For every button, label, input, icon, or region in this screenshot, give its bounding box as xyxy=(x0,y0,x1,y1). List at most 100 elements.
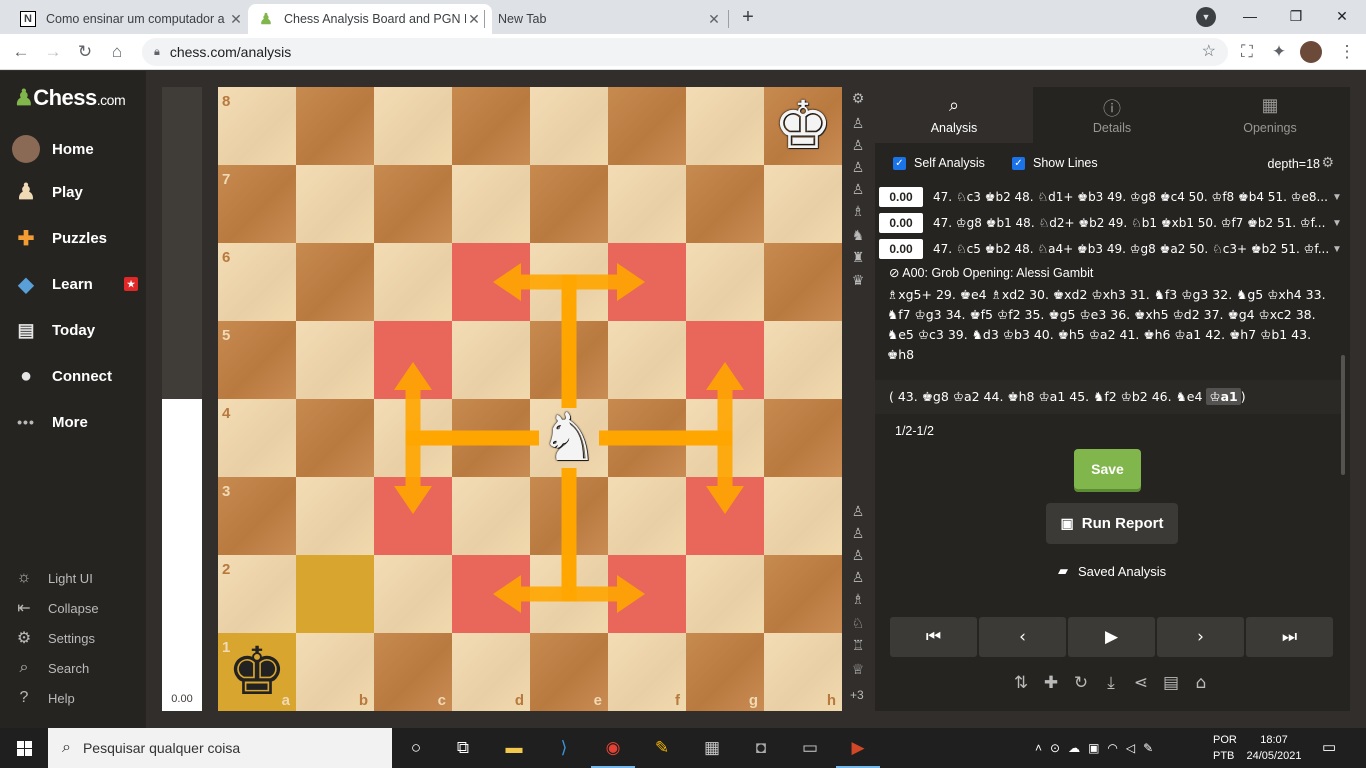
share-icon[interactable]: ⋖ xyxy=(1130,672,1152,694)
engine-line[interactable]: 0.00 47. ♘c5 ♚b2 48. ♘a4+ ♚b3 49. ♔g8 ♚a… xyxy=(879,238,1345,260)
reload-icon[interactable]: ↻ xyxy=(74,41,96,63)
white-king-piece[interactable]: ♚ xyxy=(764,87,842,165)
tab-analysis[interactable]: ⌕ Analysis xyxy=(875,87,1033,143)
sidebar-collapse[interactable]: ⇤ Collapse xyxy=(0,594,146,622)
arrow-head-f6 xyxy=(617,263,645,301)
sidebar-help[interactable]: ? Help xyxy=(0,684,146,712)
play-button[interactable]: ▶ xyxy=(1068,617,1155,657)
arrow-head-d6 xyxy=(493,263,521,301)
profile-avatar[interactable] xyxy=(1300,41,1322,63)
browser-tab[interactable]: N Como ensinar um computador a ✕ xyxy=(10,4,254,34)
tab-openings[interactable]: ▦ Openings xyxy=(1191,87,1349,143)
library-icon[interactable]: ⌂ xyxy=(1190,672,1212,694)
last-move-button[interactable]: ⏭ xyxy=(1246,617,1333,657)
engine-settings-icon[interactable]: ⚙ xyxy=(1321,154,1334,171)
tab-details[interactable]: ⓘ Details xyxy=(1033,87,1191,143)
browser-tab[interactable]: New Tab ✕ xyxy=(488,4,732,34)
next-move-button[interactable]: › xyxy=(1157,617,1244,657)
save-button[interactable]: Save xyxy=(1074,449,1141,489)
learn-icon: ◆ xyxy=(18,273,34,296)
chevron-down-icon[interactable]: ▼ xyxy=(1329,218,1345,229)
variation-line[interactable]: ( 43. ♚g8 ♔a2 44. ♚h8 ♔a1 45. ♞f2 ♔b2 46… xyxy=(875,380,1341,414)
cortana-icon[interactable]: ○ xyxy=(404,736,428,760)
sidebar-item-home[interactable]: Home xyxy=(0,129,146,169)
menu-kebab-icon[interactable]: ⋮ xyxy=(1336,41,1358,63)
bookmark-star-icon[interactable]: ☆ xyxy=(1202,41,1216,61)
sidebar-item-play[interactable]: ♟ Play xyxy=(0,172,146,212)
file-explorer-icon[interactable]: ▬ xyxy=(502,736,526,760)
chevron-down-icon[interactable]: ▼ xyxy=(1329,192,1345,203)
saved-analysis-link[interactable]: ▰ Saved Analysis xyxy=(1058,563,1166,579)
powerpoint-icon[interactable]: ▶ xyxy=(836,736,880,768)
notifications-icon[interactable]: ▭ xyxy=(1322,738,1336,756)
sidebar-search[interactable]: ⌕ Search xyxy=(0,654,146,682)
onedrive-icon[interactable]: ☁ xyxy=(1068,741,1080,755)
current-move[interactable]: ♔a1 xyxy=(1206,388,1241,405)
task-view-icon[interactable]: ⧉ xyxy=(451,736,475,760)
show-lines-checkbox[interactable]: ✓ Show Lines xyxy=(1012,156,1098,170)
close-window-icon[interactable]: ✕ xyxy=(1332,6,1352,26)
chess-logo[interactable]: ♟Chess.com xyxy=(14,85,126,111)
windows-start-icon[interactable] xyxy=(0,728,48,768)
download-icon[interactable]: ⤓ xyxy=(1100,672,1122,694)
sidebar-item-learn[interactable]: ◆ Learn ★ xyxy=(0,264,146,304)
reset-icon[interactable]: ↻ xyxy=(1070,672,1092,694)
sidebar-item-more[interactable]: ••• More xyxy=(0,402,146,442)
network-icon[interactable]: ▣ xyxy=(1088,741,1099,755)
move-arrow-f6 xyxy=(561,274,617,408)
terminal-icon[interactable]: ▭ xyxy=(798,736,822,760)
previous-move-button[interactable]: ‹ xyxy=(979,617,1066,657)
engine-line[interactable]: 0.00 47. ♘c3 ♚b2 48. ♘d1+ ♚b3 49. ♔g8 ♚c… xyxy=(879,186,1345,208)
chevron-down-icon[interactable]: ▼ xyxy=(1329,244,1345,255)
close-tab-icon[interactable]: ✕ xyxy=(466,11,482,28)
close-tab-icon[interactable]: ✕ xyxy=(228,11,244,28)
add-icon[interactable]: ✚ xyxy=(1040,672,1062,694)
chevron-up-icon[interactable]: ˄ xyxy=(1035,741,1042,755)
self-analysis-checkbox[interactable]: ✓ Self Analysis xyxy=(893,156,985,170)
black-king-piece[interactable]: ♚ xyxy=(218,633,296,711)
wifi-icon[interactable]: ◠ xyxy=(1107,741,1117,755)
home-icon[interactable]: ⌂ xyxy=(106,41,128,63)
vscode-icon[interactable]: ⟩ xyxy=(552,736,576,760)
chrome-icon[interactable]: ◉ xyxy=(591,736,635,768)
browser-tab-active[interactable]: ♟ Chess Analysis Board and PGN Ed ✕ xyxy=(248,4,492,34)
board-settings-icon[interactable]: ⚙ xyxy=(849,90,867,108)
extensions-icon[interactable]: ✦ xyxy=(1268,41,1290,63)
flip-board-icon[interactable]: ⇅ xyxy=(1010,672,1032,694)
line-moves: 47. ♔g8 ♚b1 48. ♘d2+ ♚b2 49. ♘b1 ♚xb1 50… xyxy=(933,216,1326,230)
address-bar[interactable]: 🔒︎ chess.com/analysis ☆ xyxy=(142,38,1228,66)
magnifier-icon: ⌕ xyxy=(948,95,960,115)
back-icon[interactable]: ← xyxy=(10,41,32,63)
sidebar-item-today[interactable]: ▤ Today xyxy=(0,310,146,350)
restore-icon[interactable]: ❐ xyxy=(1286,6,1306,26)
clock[interactable]: 18:07 24/05/2021 xyxy=(1244,732,1304,764)
pen-icon[interactable]: ✎ xyxy=(1143,741,1153,755)
taskbar-search-input[interactable]: ⌕ Pesquisar qualquer coisa xyxy=(48,728,392,768)
minimize-icon[interactable]: — xyxy=(1240,6,1260,26)
screenshot-extension-icon[interactable]: ⛶ xyxy=(1236,41,1258,63)
windows-taskbar: ⌕ Pesquisar qualquer coisa ○ ⧉ ▬ ⟩ ◉ ✎ ▦… xyxy=(0,728,1366,768)
arrow-head-f2 xyxy=(617,575,645,613)
move-list[interactable]: ♗xg5+ 29. ♚e4 ♗xd2 30. ♚xd2 ♔xh3 31. ♞f3… xyxy=(887,285,1333,375)
language-indicator[interactable]: POR PTB xyxy=(1213,732,1237,764)
engine-line[interactable]: 0.00 47. ♔g8 ♚b1 48. ♘d2+ ♚b2 49. ♘b1 ♚x… xyxy=(879,212,1345,234)
tab-search-icon[interactable]: ▼ xyxy=(1196,7,1216,27)
camera-icon[interactable]: ◘ xyxy=(749,736,773,760)
sidebar-settings[interactable]: ⚙ Settings xyxy=(0,624,146,652)
meet-icon[interactable]: ⊙ xyxy=(1050,741,1060,755)
move-list-scrollbar[interactable] xyxy=(1341,355,1345,475)
new-tab-button[interactable]: + xyxy=(738,6,758,28)
sidebar-light-ui[interactable]: ☼ Light UI xyxy=(0,564,146,592)
chess-board[interactable]: 8 7 6 5 4 3 2 1 a b c d e f g h ♚ ♞ ♚ xyxy=(218,87,842,711)
forward-icon[interactable]: → xyxy=(42,41,64,63)
volume-icon[interactable]: ◁ xyxy=(1126,741,1135,755)
white-knight-piece[interactable]: ♞ xyxy=(530,399,608,477)
pencil-app-icon[interactable]: ✎ xyxy=(650,736,674,760)
run-report-button[interactable]: ▣ Run Report xyxy=(1046,503,1178,544)
close-tab-icon[interactable]: ✕ xyxy=(706,11,722,28)
calculator-icon[interactable]: ▦ xyxy=(700,736,724,760)
sidebar-item-connect[interactable]: ● Connect xyxy=(0,356,146,396)
first-move-button[interactable]: ⏮ xyxy=(890,617,977,657)
pgn-icon[interactable]: ▤ xyxy=(1160,672,1182,694)
sidebar-item-puzzles[interactable]: ✚ Puzzles xyxy=(0,218,146,258)
